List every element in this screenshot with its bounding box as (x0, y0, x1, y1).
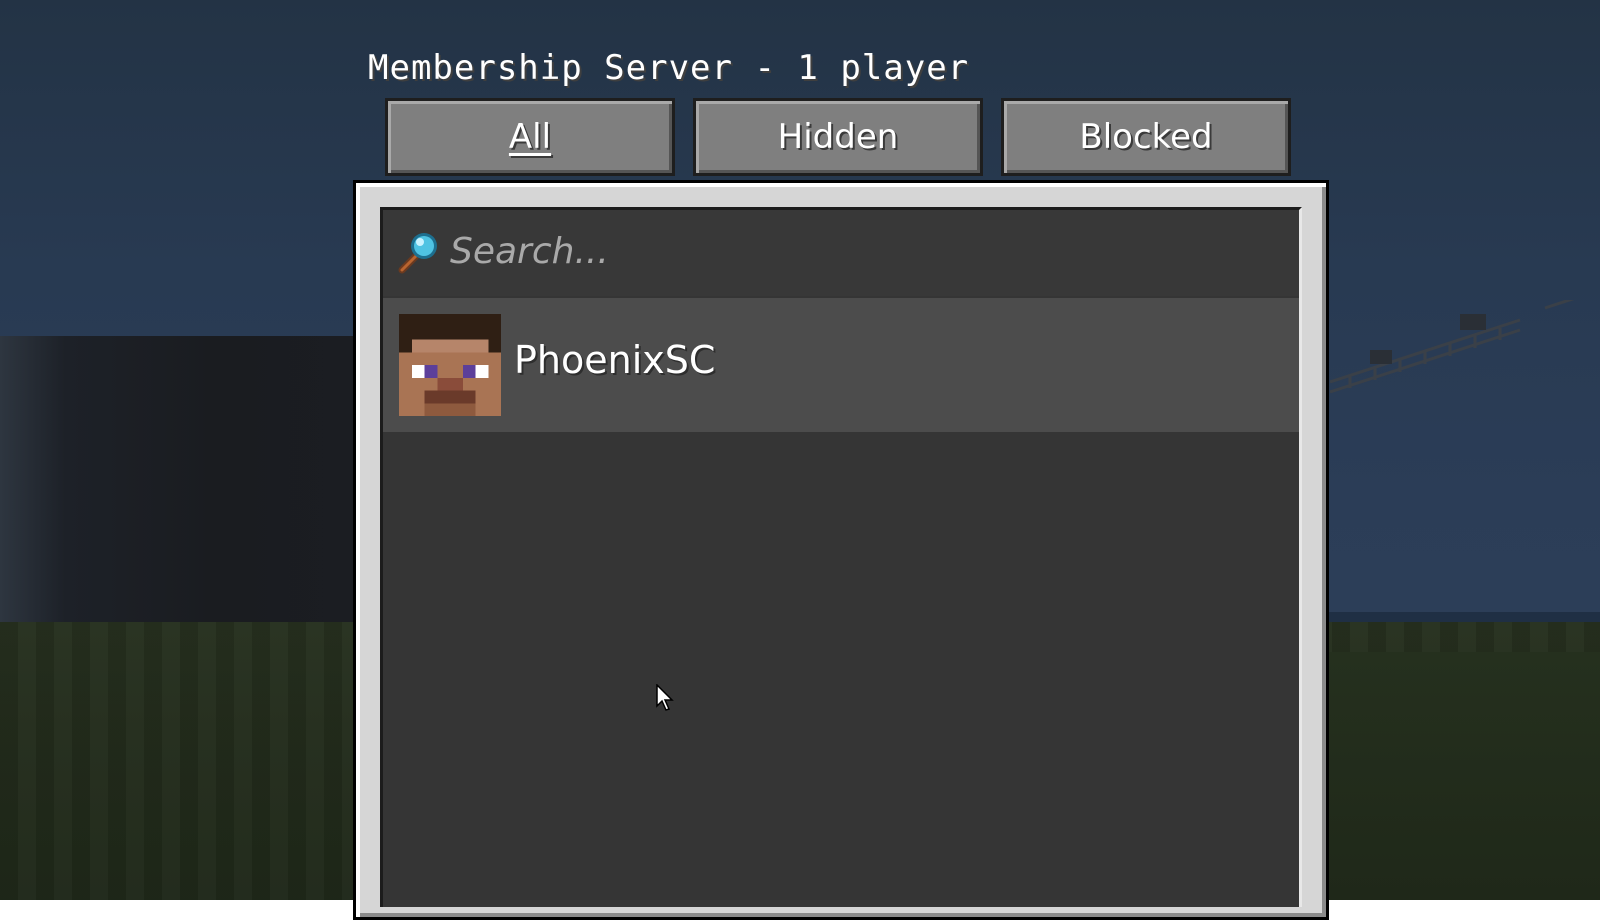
search-input[interactable] (450, 226, 1270, 276)
tab-blocked[interactable]: Blocked (1001, 98, 1291, 176)
mouse-pointer-icon (656, 684, 674, 711)
background-rail-structure (1330, 300, 1575, 394)
tab-hidden[interactable]: Hidden (693, 98, 983, 176)
steve-head-icon (399, 314, 501, 416)
tab-all-label: All (508, 117, 552, 157)
server-player-count-title: Membership Server - 1 player (368, 48, 970, 88)
background-grass-far (1300, 652, 1600, 900)
magnifier-icon (398, 233, 437, 274)
tab-blocked-label: Blocked (1079, 117, 1213, 157)
background-building (0, 336, 360, 626)
player-name: PhoenixSC (514, 338, 716, 382)
tab-hidden-label: Hidden (777, 117, 899, 157)
tab-all[interactable]: All (385, 98, 675, 176)
